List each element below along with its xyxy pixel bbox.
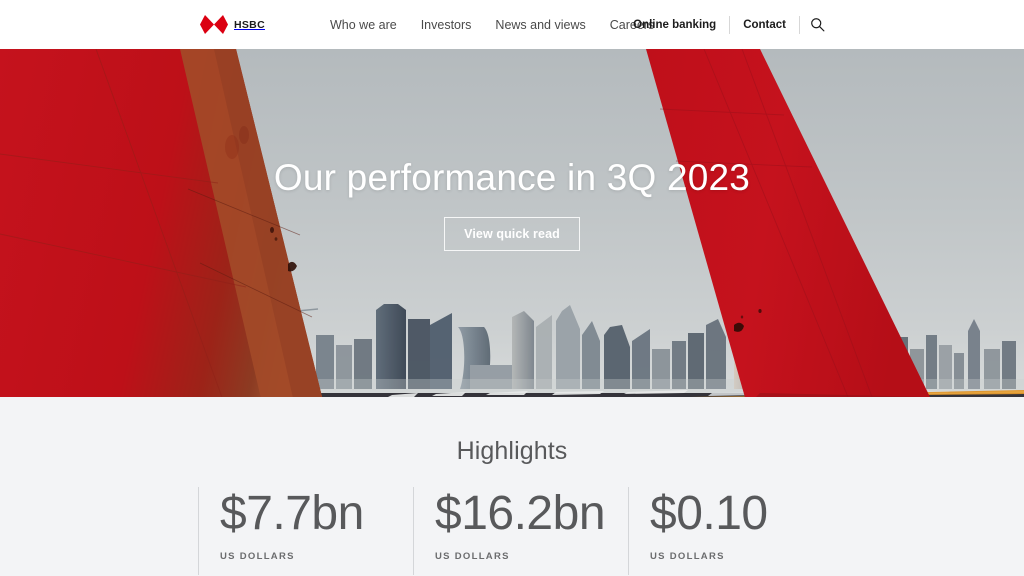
stat-divider: [198, 487, 199, 575]
hero-banner: Our performance in 3Q 2023 View quick re…: [0, 49, 1024, 397]
nav-link-news-and-views[interactable]: News and views: [495, 18, 585, 32]
view-quick-read-button[interactable]: View quick read: [444, 217, 580, 251]
highlights-section: Highlights $7.7bn US DOLLARS $16.2bn US …: [0, 397, 1024, 576]
highlight-stat-item: $16.2bn US DOLLARS: [413, 485, 628, 575]
stat-value: $0.10: [650, 487, 768, 540]
stat-label: US DOLLARS: [435, 551, 510, 562]
stat-label: US DOLLARS: [220, 551, 295, 562]
highlights-title: Highlights: [456, 437, 568, 465]
stat-value: $16.2bn: [435, 487, 606, 540]
hsbc-logo-wordmark: HSBC: [234, 18, 265, 31]
hsbc-logo-link[interactable]: HSBC: [200, 15, 265, 34]
online-banking-link[interactable]: Online banking: [620, 19, 729, 31]
highlight-stats-list: $7.7bn US DOLLARS $16.2bn US DOLLARS $0.…: [198, 485, 843, 575]
top-navigation-bar: HSBC Who we are Investors News and views…: [0, 0, 1024, 49]
hsbc-hexagon-logo-icon: [200, 15, 228, 34]
highlight-stat-item: $0.10 US DOLLARS: [628, 485, 843, 575]
stat-value: $7.7bn: [220, 487, 364, 540]
search-button[interactable]: [800, 0, 834, 49]
primary-nav-links: Who we are Investors News and views Care…: [330, 0, 654, 49]
utility-nav: Online banking Contact: [620, 0, 834, 49]
stat-label: US DOLLARS: [650, 551, 725, 562]
nav-link-who-we-are[interactable]: Who we are: [330, 18, 397, 32]
hero-title: Our performance in 3Q 2023: [273, 157, 751, 198]
stat-divider: [628, 487, 629, 575]
stat-divider: [413, 487, 414, 575]
nav-link-investors[interactable]: Investors: [421, 18, 472, 32]
search-icon: [810, 18, 824, 32]
highlight-stat-item: $7.7bn US DOLLARS: [198, 485, 413, 575]
contact-link[interactable]: Contact: [730, 19, 799, 31]
hero-content: Our performance in 3Q 2023 View quick re…: [0, 49, 1024, 397]
